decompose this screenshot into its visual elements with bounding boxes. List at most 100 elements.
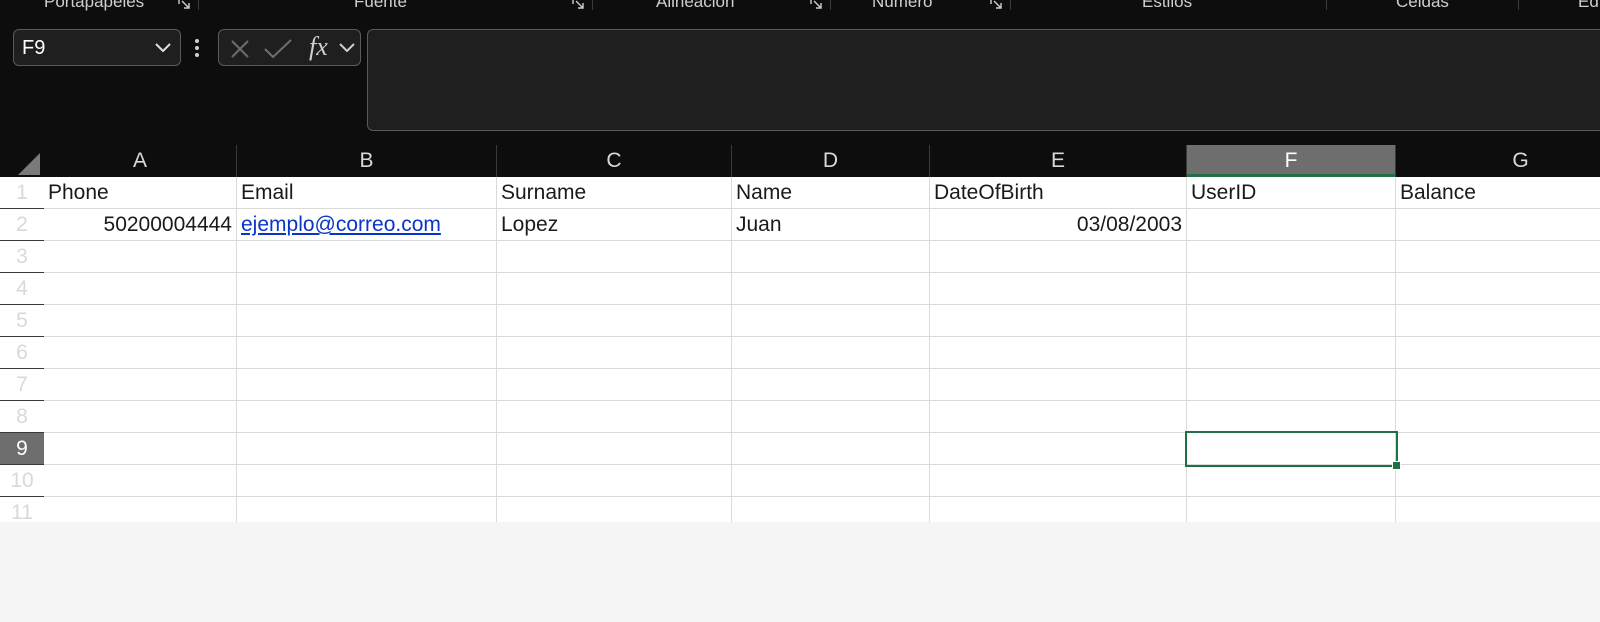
cell-g2[interactable]: [1396, 209, 1600, 241]
cell-g3[interactable]: [1396, 241, 1600, 273]
cell-g5[interactable]: [1396, 305, 1600, 337]
cell-c9[interactable]: [497, 433, 732, 465]
cell-a1[interactable]: Phone: [44, 177, 237, 209]
column-header-c[interactable]: C: [497, 145, 732, 177]
cell-b9[interactable]: [237, 433, 497, 465]
cell-c6[interactable]: [497, 337, 732, 369]
dialog-launcher-icon[interactable]: [572, 0, 584, 9]
ribbon-group-celdas[interactable]: Celdas: [1396, 0, 1449, 12]
cell-a4[interactable]: [44, 273, 237, 305]
cell-b11[interactable]: [237, 497, 497, 522]
cell-e7[interactable]: [930, 369, 1187, 401]
cell-f1[interactable]: UserID: [1187, 177, 1396, 209]
cell-e11[interactable]: [930, 497, 1187, 522]
cell-g4[interactable]: [1396, 273, 1600, 305]
row-header-2[interactable]: 2: [0, 209, 44, 241]
column-header-d[interactable]: D: [732, 145, 930, 177]
cell-g11[interactable]: [1396, 497, 1600, 522]
ribbon-group-fuente[interactable]: Fuente: [354, 0, 407, 12]
cell-f7[interactable]: [1187, 369, 1396, 401]
select-all-button[interactable]: [0, 145, 44, 177]
cell-d2[interactable]: Juan: [732, 209, 930, 241]
cell-b6[interactable]: [237, 337, 497, 369]
cell-g8[interactable]: [1396, 401, 1600, 433]
cell-e2[interactable]: 03/08/2003: [930, 209, 1187, 241]
cell-d10[interactable]: [732, 465, 930, 497]
cell-f11[interactable]: [1187, 497, 1396, 522]
row-header-1[interactable]: 1: [0, 177, 44, 209]
cell-b3[interactable]: [237, 241, 497, 273]
cancel-icon[interactable]: [229, 38, 251, 60]
cell-c3[interactable]: [497, 241, 732, 273]
cell-d11[interactable]: [732, 497, 930, 522]
cell-d9[interactable]: [732, 433, 930, 465]
cell-b5[interactable]: [237, 305, 497, 337]
ribbon-group-alineacion[interactable]: Alineación: [656, 0, 734, 12]
chevron-down-icon[interactable]: [154, 42, 172, 54]
ribbon-group-portapapeles[interactable]: Portapapeles: [44, 0, 144, 12]
cell-d8[interactable]: [732, 401, 930, 433]
cell-f10[interactable]: [1187, 465, 1396, 497]
cell-a8[interactable]: [44, 401, 237, 433]
cell-e5[interactable]: [930, 305, 1187, 337]
cell-g6[interactable]: [1396, 337, 1600, 369]
cell-b4[interactable]: [237, 273, 497, 305]
cell-a2[interactable]: 50200004444: [44, 209, 237, 241]
cell-a5[interactable]: [44, 305, 237, 337]
column-header-a[interactable]: A: [44, 145, 237, 177]
name-box[interactable]: F9: [13, 29, 181, 66]
row-header-7[interactable]: 7: [0, 369, 44, 401]
cell-a11[interactable]: [44, 497, 237, 522]
cell-c4[interactable]: [497, 273, 732, 305]
row-header-6[interactable]: 6: [0, 337, 44, 369]
cell-d5[interactable]: [732, 305, 930, 337]
cell-c2[interactable]: Lopez: [497, 209, 732, 241]
row-header-5[interactable]: 5: [0, 305, 44, 337]
cell-d3[interactable]: [732, 241, 930, 273]
more-options-icon[interactable]: [194, 38, 200, 58]
cell-d1[interactable]: Name: [732, 177, 930, 209]
column-header-b[interactable]: B: [237, 145, 497, 177]
enter-check-icon[interactable]: [263, 38, 293, 60]
row-header-3[interactable]: 3: [0, 241, 44, 273]
insert-function-button[interactable]: fx: [309, 32, 328, 62]
dialog-launcher-icon[interactable]: [990, 0, 1002, 9]
cell-g1[interactable]: Balance: [1396, 177, 1600, 209]
active-cell-selection[interactable]: [1185, 431, 1398, 467]
row-header-4[interactable]: 4: [0, 273, 44, 305]
column-header-e[interactable]: E: [930, 145, 1187, 177]
cell-a3[interactable]: [44, 241, 237, 273]
cell-g9[interactable]: [1396, 433, 1600, 465]
cell-f6[interactable]: [1187, 337, 1396, 369]
cell-c1[interactable]: Surname: [497, 177, 732, 209]
dialog-launcher-icon[interactable]: [810, 0, 822, 9]
cell-b1[interactable]: Email: [237, 177, 497, 209]
cell-c10[interactable]: [497, 465, 732, 497]
cell-c7[interactable]: [497, 369, 732, 401]
cell-c8[interactable]: [497, 401, 732, 433]
cell-b8[interactable]: [237, 401, 497, 433]
cell-a10[interactable]: [44, 465, 237, 497]
cell-e8[interactable]: [930, 401, 1187, 433]
cell-b2[interactable]: ejemplo@correo.com: [237, 209, 497, 241]
row-header-11[interactable]: 11: [0, 497, 44, 522]
email-hyperlink[interactable]: ejemplo@correo.com: [241, 213, 441, 236]
cell-f3[interactable]: [1187, 241, 1396, 273]
cell-e3[interactable]: [930, 241, 1187, 273]
cell-b10[interactable]: [237, 465, 497, 497]
cell-e10[interactable]: [930, 465, 1187, 497]
cell-e6[interactable]: [930, 337, 1187, 369]
formula-input[interactable]: [367, 29, 1600, 131]
cell-d4[interactable]: [732, 273, 930, 305]
cell-a7[interactable]: [44, 369, 237, 401]
cell-e9[interactable]: [930, 433, 1187, 465]
cell-g7[interactable]: [1396, 369, 1600, 401]
cell-c11[interactable]: [497, 497, 732, 522]
cell-f8[interactable]: [1187, 401, 1396, 433]
column-header-g[interactable]: G: [1396, 145, 1600, 177]
cell-c5[interactable]: [497, 305, 732, 337]
ribbon-group-estilos[interactable]: Estilos: [1142, 0, 1192, 12]
cell-f4[interactable]: [1187, 273, 1396, 305]
ribbon-group-numero[interactable]: Número: [872, 0, 932, 12]
ribbon-group-edicion[interactable]: Ed: [1578, 0, 1599, 12]
